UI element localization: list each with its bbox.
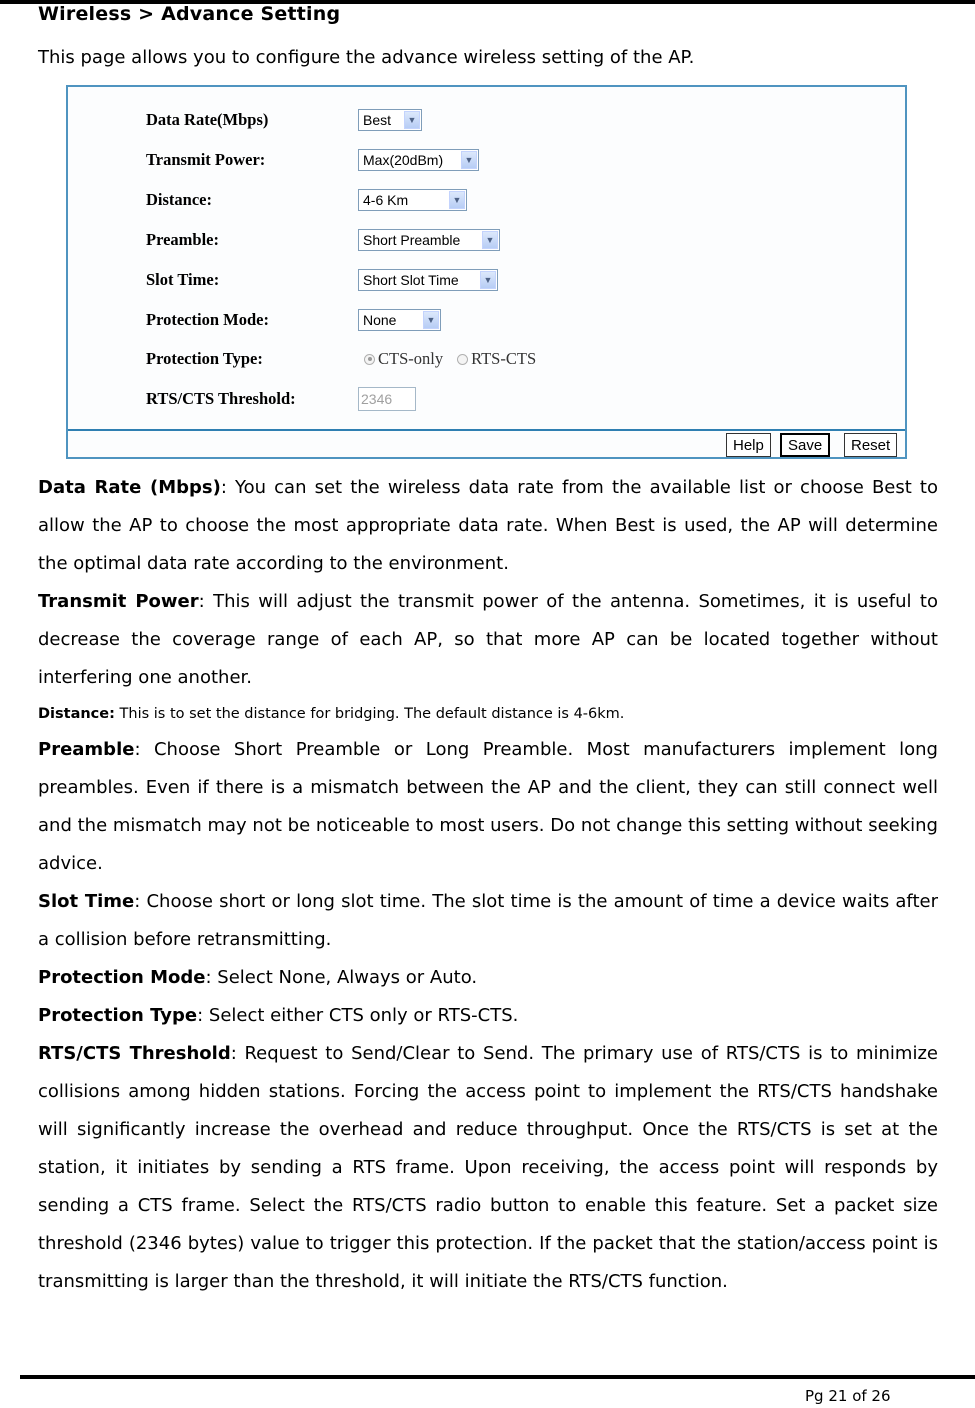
desc-transmit-power: Transmit Power: This will adjust the tra…: [38, 583, 938, 697]
field-label: Preamble:: [146, 230, 220, 249]
desc-term: Transmit Power: [38, 591, 199, 612]
chevron-down-icon: ▼: [480, 271, 496, 289]
chevron-down-icon: ▼: [423, 311, 439, 329]
field-label: Slot Time:: [146, 270, 220, 289]
desc-text: : Request to Send/Clear to Send. The pri…: [38, 1043, 938, 1292]
field-label: Data Rate(Mbps): [146, 110, 269, 129]
bottom-rule: [20, 1375, 975, 1379]
radio-cts-only[interactable]: [364, 353, 375, 365]
preamble-select[interactable]: Short Preamble ▼: [358, 229, 500, 251]
select-value: Short Slot Time: [363, 272, 459, 288]
advance-setting-panel: Data Rate(Mbps) Best ▼ Transmit Power: M…: [66, 85, 907, 459]
field-label: RTS/CTS Threshold:: [146, 389, 296, 408]
slot-time-select[interactable]: Short Slot Time ▼: [358, 269, 498, 291]
desc-term: RTS/CTS Threshold: [38, 1043, 231, 1064]
radio-rts-cts[interactable]: [457, 353, 469, 365]
chevron-down-icon: ▼: [449, 191, 465, 209]
desc-protection-mode: Protection Mode: Select None, Always or …: [38, 959, 938, 997]
data-rate-select[interactable]: Best ▼: [358, 109, 422, 131]
desc-protection-type: Protection Type: Select either CTS only …: [38, 997, 938, 1035]
radio-selected-dot: [367, 357, 372, 361]
desc-term: Preamble: [38, 739, 135, 760]
chevron-down-icon: ▼: [482, 231, 498, 249]
select-value: Best: [363, 112, 392, 128]
desc-term: Data Rate (Mbps): [38, 477, 221, 498]
save-button[interactable]: Save: [780, 433, 831, 457]
distance-select[interactable]: 4-6 Km ▼: [358, 189, 467, 211]
field-rts-cts-threshold: RTS/CTS Threshold: 2346: [146, 386, 416, 412]
radio-label: RTS-CTS: [471, 349, 537, 368]
desc-text: This is to set the distance for bridging…: [114, 706, 625, 722]
desc-text: : Select either CTS only or RTS-CTS.: [197, 1005, 519, 1026]
desc-data-rate: Data Rate (Mbps): You can set the wirele…: [38, 469, 938, 583]
protection-mode-select[interactable]: None ▼: [358, 309, 441, 331]
select-value: None: [363, 312, 397, 328]
help-button[interactable]: Help: [726, 433, 771, 457]
select-value: Short Preamble: [363, 232, 461, 248]
field-label: Protection Mode:: [146, 310, 269, 329]
desc-distance: Distance: This is to set the distance fo…: [38, 704, 938, 724]
field-slot-time: Slot Time: Short Slot Time ▼: [146, 267, 498, 293]
radio-label: CTS-only: [378, 349, 444, 368]
desc-text: : Choose short or long slot time. The sl…: [38, 891, 938, 950]
field-distance: Distance: 4-6 Km ▼: [146, 187, 467, 213]
desc-term: Protection Type: [38, 1005, 198, 1026]
field-preamble: Preamble: Short Preamble ▼: [146, 227, 500, 253]
desc-slot-time: Slot Time: Choose short or long slot tim…: [38, 883, 938, 959]
rts-cts-threshold-input[interactable]: 2346: [358, 387, 416, 411]
chevron-down-icon: ▼: [404, 111, 420, 129]
desc-term: Distance:: [38, 706, 115, 722]
field-data-rate: Data Rate(Mbps) Best ▼: [146, 107, 422, 133]
field-label: Transmit Power:: [146, 150, 266, 169]
field-label: Protection Type:: [146, 349, 263, 368]
reset-button[interactable]: Reset: [844, 433, 898, 457]
field-label: Distance:: [146, 190, 212, 209]
intro-text: This page allows you to configure the ad…: [38, 47, 695, 68]
select-value: 4-6 Km: [363, 192, 409, 208]
desc-preamble: Preamble: Choose Short Preamble or Long …: [38, 731, 938, 883]
field-transmit-power: Transmit Power: Max(20dBm) ▼: [146, 147, 479, 173]
protection-type-radio-group: CTS-only RTS-CTS: [358, 349, 536, 369]
page-number: Pg 21 of 26: [805, 1387, 891, 1405]
chevron-down-icon: ▼: [461, 151, 477, 169]
transmit-power-select[interactable]: Max(20dBm) ▼: [358, 149, 479, 171]
page-heading: Wireless > Advance Setting: [38, 3, 341, 25]
desc-text: : Choose Short Preamble or Long Preamble…: [38, 739, 938, 874]
desc-term: Protection Mode: [38, 967, 206, 988]
select-value: Max(20dBm): [363, 152, 444, 168]
desc-rts-cts-threshold: RTS/CTS Threshold: Request to Send/Clear…: [38, 1035, 938, 1301]
panel-separator: [68, 429, 905, 431]
desc-text: : Select None, Always or Auto.: [205, 967, 478, 988]
field-protection-mode: Protection Mode: None ▼: [146, 307, 441, 333]
desc-term: Slot Time: [38, 891, 135, 912]
field-protection-type: Protection Type: CTS-only RTS-CTS: [146, 346, 536, 372]
